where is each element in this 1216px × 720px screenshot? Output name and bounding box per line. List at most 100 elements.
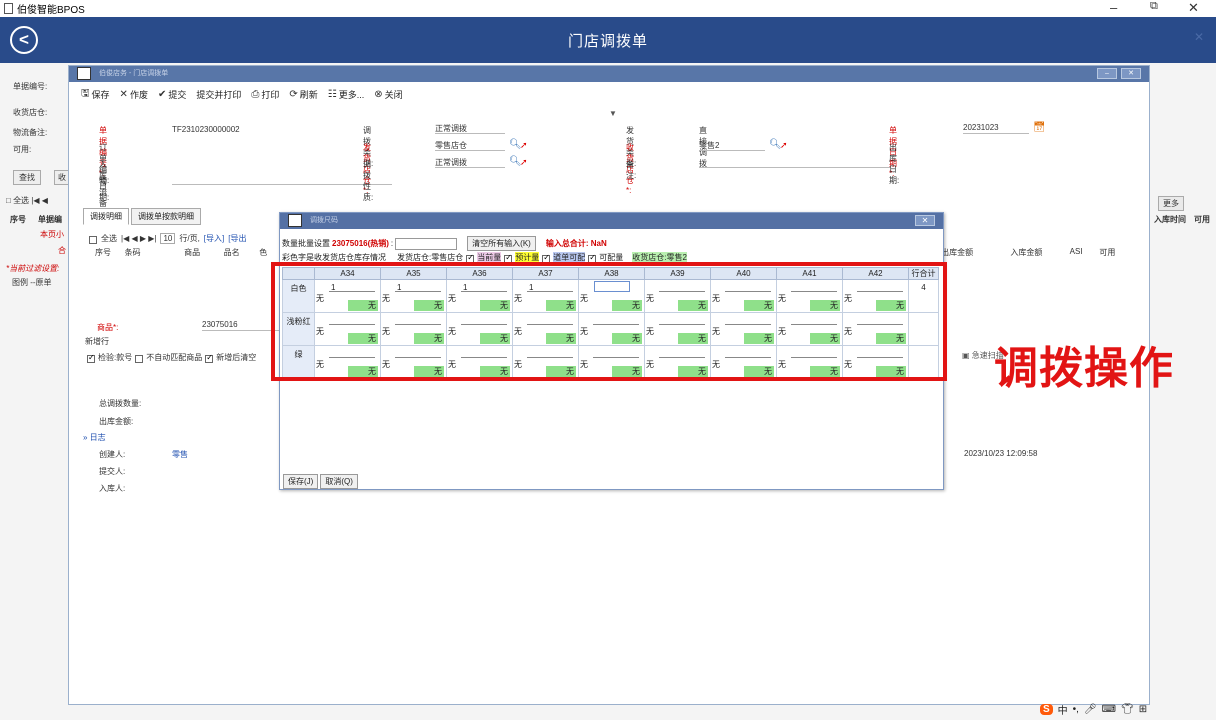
close-window-button[interactable]: ✕	[1188, 0, 1199, 16]
tab-style-detail[interactable]: 调拨单按款明细	[131, 208, 201, 225]
more-button[interactable]: 更多	[1158, 196, 1184, 211]
input-total: 输入总合计: NaN	[545, 239, 607, 248]
dialog-cancel-button[interactable]: 取消(Q)	[320, 474, 358, 489]
product-input[interactable]: 23075016	[202, 320, 280, 331]
pin-icon-2[interactable]: ➚	[520, 157, 528, 168]
printer-icon: ⎙	[251, 88, 260, 100]
bg-page-subtotal: 本页小	[40, 230, 64, 239]
col-asi: ASI	[1069, 247, 1083, 256]
bg-select-all[interactable]: □ 全选 |◀ ◀	[6, 195, 48, 206]
void-button[interactable]: ✕ 作废	[120, 88, 148, 101]
bg-col-intime: 入库时间	[1154, 215, 1186, 224]
ime-mic-icon[interactable]: 🎤︎	[1084, 704, 1097, 715]
ime-grid-icon[interactable]: ⊞	[1139, 704, 1147, 715]
remark-input[interactable]	[699, 157, 891, 168]
page-size-select[interactable]: 10	[160, 233, 176, 244]
log-toggle[interactable]: » 日志	[83, 432, 106, 443]
pin-icon[interactable]: ➚	[520, 140, 528, 151]
x-icon: ✕	[119, 88, 128, 100]
col-index: 序号	[95, 248, 111, 257]
page-title: 门店调拨单	[567, 33, 648, 50]
creator-value: 零售	[172, 450, 188, 459]
transfer-nature-value[interactable]: 正常调拨	[435, 157, 505, 168]
recv-store-input[interactable]: 零售2	[699, 140, 765, 151]
col-product: 商品	[184, 248, 201, 257]
highlight-box	[271, 262, 947, 381]
clear-after-add-checkbox[interactable]	[205, 353, 214, 363]
ime-keyboard-icon[interactable]: ⌨	[1102, 704, 1116, 715]
check-icon: ✔	[157, 88, 167, 100]
col-barcode: 条码	[124, 248, 141, 257]
calendar-icon[interactable]: 📅︎	[1033, 122, 1046, 133]
close-circle-icon: ⊗	[374, 88, 383, 100]
app-titlebar: 伯俊智能BPOS – ⧉ ✕	[0, 0, 1216, 17]
main-window-title: 伯俊店务 - 门店调拨单	[69, 66, 1149, 82]
creator-label: 创建人:	[99, 450, 126, 459]
main-toolbar: 🖫 保存 ✕ 作废 ✔ 提交 提交并打印 ⎙ 打印 ⟳ 刷新 ☷ 更多... ⊗ 关闭	[69, 84, 1149, 104]
minimize-button[interactable]: –	[1110, 0, 1117, 15]
refresh-button[interactable]: ⟳ 刷新	[289, 88, 317, 101]
app-title: 伯俊智能BPOS	[17, 5, 85, 16]
timestamp: 2023/10/23 12:09:58	[964, 449, 1038, 458]
close-button[interactable]: ⊗ 关闭	[374, 88, 402, 101]
per-page-label: 行/页,	[179, 234, 200, 243]
no-auto-match-checkbox[interactable]	[135, 354, 144, 363]
detail-tabs: 调拨明细 调拨单按款明细	[83, 208, 201, 225]
select-all-checkbox[interactable]	[89, 235, 97, 244]
maximize-button[interactable]: ⧉	[1150, 0, 1158, 13]
doc-date-input[interactable]: 20231023	[963, 123, 1029, 134]
ime-zh-icon[interactable]: 中	[1058, 702, 1068, 717]
total-qty-label: 总调拨数量:	[99, 399, 142, 408]
submitter-label: 提交人:	[99, 467, 126, 476]
main-window-minimize[interactable]: –	[1097, 68, 1117, 79]
app-header: < 门店调拨单 ✕	[0, 17, 1216, 63]
col-available: 可用	[1099, 248, 1116, 257]
import-link[interactable]: [导入]	[204, 233, 224, 244]
header-close-icon[interactable]: ✕	[1194, 30, 1204, 44]
submit-print-button[interactable]: 提交并打印	[196, 88, 241, 101]
ime-skin-icon[interactable]: 👕︎	[1121, 704, 1134, 715]
clear-inputs-button[interactable]: 清空所有输入(K)	[467, 236, 536, 251]
bg-col-available: 可用	[1194, 215, 1210, 224]
col-name: 品名	[223, 248, 240, 257]
remark-label: 备注:	[626, 160, 637, 180]
collapse-arrow-icon[interactable]: ▼	[609, 109, 617, 118]
bg-legend-text: 图例 --原单	[12, 278, 52, 287]
out-date-label: 出库日期:	[889, 143, 900, 185]
check-barcode-checkbox[interactable]	[87, 353, 95, 363]
receiver-label: 入库人:	[99, 484, 126, 493]
send-store-input[interactable]: 零售店仓	[435, 140, 505, 151]
doc-no-value: TF2310230000002	[172, 125, 240, 134]
col-in-amount: 入库金额	[1010, 248, 1043, 257]
bg-label-logistics: 物流备注:	[13, 128, 48, 137]
main-window-close[interactable]: ✕	[1121, 68, 1141, 79]
bg-label-doc-no: 单据编号:	[13, 82, 48, 91]
export-link[interactable]: [导出	[228, 233, 246, 244]
ime-punct-icon[interactable]: •,	[1073, 704, 1079, 715]
list-toolbar: 全选 |◀ ◀ ▶ ▶| 10 行/页, [导入] [导出	[89, 233, 246, 244]
transfer-type-value[interactable]: 正常调拨	[435, 123, 505, 134]
more-menu-button[interactable]: ☷ 更多...	[328, 88, 364, 101]
batch-qty-label: 数量批量设置	[282, 239, 330, 248]
new-row-label: 新增行	[85, 337, 109, 346]
out-amount-label: 出库金额:	[99, 417, 134, 426]
ime-logo-icon[interactable]: S	[1040, 703, 1053, 715]
pager-icons[interactable]: |◀ ◀ ▶ ▶|	[121, 234, 156, 243]
dialog-footer: 保存(J) 取消(Q)	[283, 474, 358, 489]
find-button[interactable]: 查找	[13, 170, 41, 185]
save-icon: 🖫	[81, 87, 90, 99]
batch-qty-input[interactable]	[395, 237, 458, 250]
logistics-input[interactable]	[172, 174, 392, 185]
product-label: 商品*:	[97, 323, 119, 332]
window-app-icon	[77, 67, 91, 80]
dialog-title: 调拨尺码	[280, 213, 943, 229]
print-button[interactable]: ⎙ 打印	[251, 88, 279, 101]
dialog-close-button[interactable]: ✕	[915, 215, 935, 226]
submit-button[interactable]: ✔ 提交	[158, 88, 186, 101]
batch-qty-row: 数量批量设置 23075016(热销) : 清空所有输入(K) 输入总合计: N…	[282, 236, 607, 251]
dialog-save-button[interactable]: 保存(J)	[283, 474, 319, 489]
tab-transfer-detail[interactable]: 调拨明细	[83, 208, 129, 225]
col-color: 色	[259, 248, 268, 257]
save-button[interactable]: 🖫 保存	[81, 86, 110, 103]
pin-icon-3[interactable]: ➚	[780, 140, 788, 151]
